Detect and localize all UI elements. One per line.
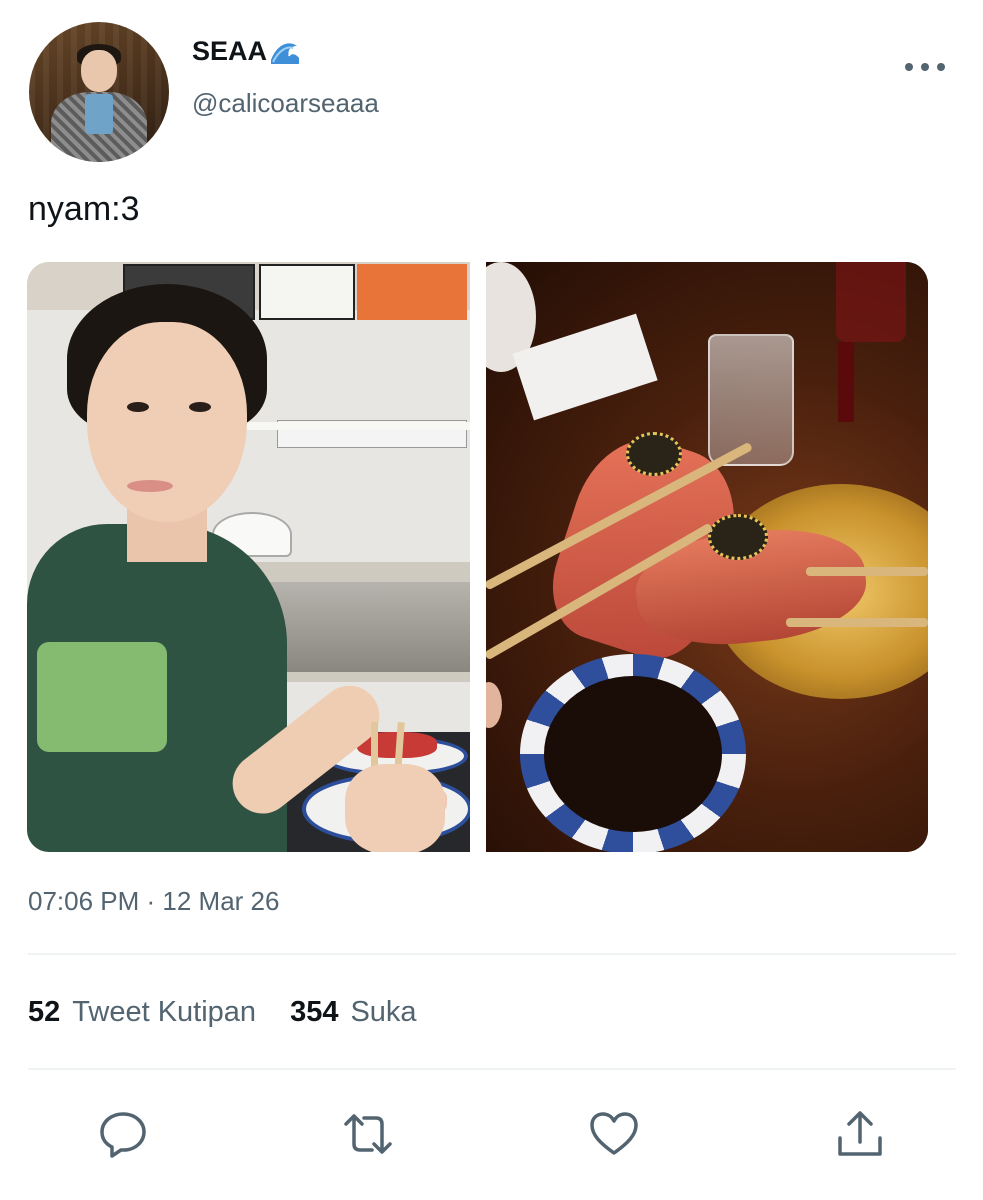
tweet-text: nyam:3 <box>28 190 140 228</box>
display-name-text: SEAA <box>192 36 268 66</box>
share-icon[interactable] <box>834 1108 886 1160</box>
quote-tweets-label: Tweet Kutipan <box>72 996 257 1028</box>
likes-count: 354 <box>290 996 339 1028</box>
likes-stat[interactable]: 354 Suka <box>290 996 417 1029</box>
retweet-icon[interactable] <box>342 1108 394 1160</box>
tweet-photo-selfie[interactable] <box>27 262 470 852</box>
quote-tweets-stat[interactable]: 52 Tweet Kutipan <box>28 996 256 1029</box>
tweet-stats: 52 Tweet Kutipan 354 Suka <box>28 996 417 1029</box>
wave-icon <box>269 38 301 66</box>
quote-tweets-count: 52 <box>28 996 61 1028</box>
tweet-photo-sushi[interactable] <box>486 262 928 852</box>
likes-label: Suka <box>350 996 417 1028</box>
divider <box>28 953 956 955</box>
divider <box>28 1068 956 1070</box>
user-handle[interactable]: @calicoarseaaa <box>192 88 379 119</box>
reply-icon[interactable] <box>97 1108 149 1160</box>
tweet-timestamp[interactable]: 07:06 PM · 12 Mar 26 <box>28 886 279 917</box>
avatar[interactable] <box>29 22 169 162</box>
more-icon[interactable] <box>905 55 945 79</box>
display-name[interactable]: SEAA <box>192 36 301 67</box>
like-icon[interactable] <box>588 1108 640 1160</box>
